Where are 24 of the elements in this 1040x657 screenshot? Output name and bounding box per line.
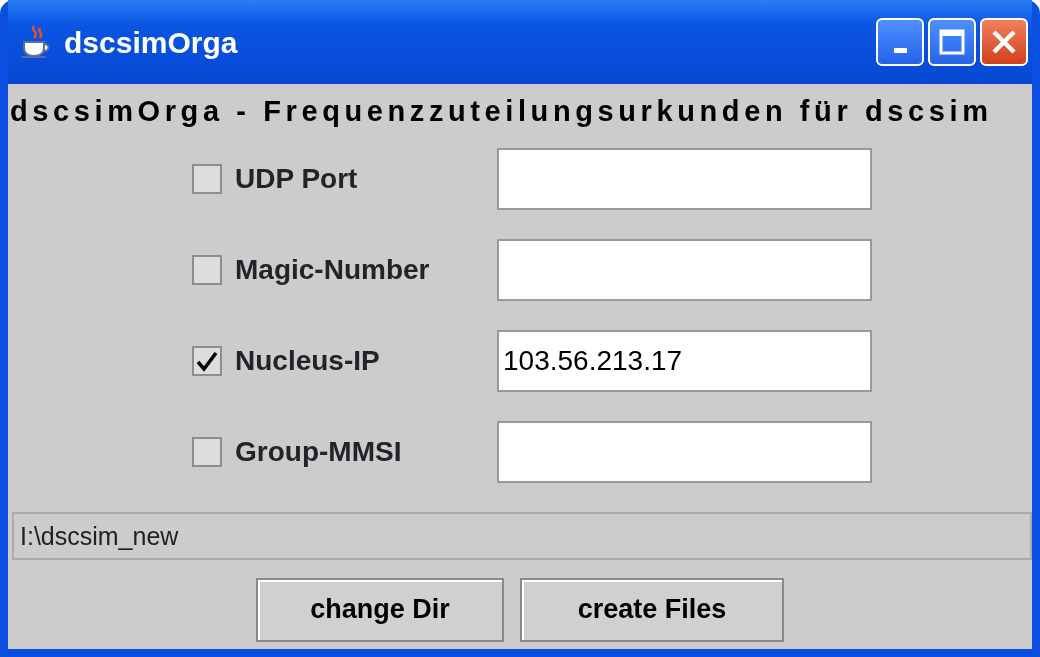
create-files-button[interactable]: create Files — [520, 577, 784, 642]
input-field[interactable] — [497, 421, 872, 483]
change-dir-button[interactable]: change Dir — [256, 577, 504, 642]
input-field[interactable] — [497, 239, 872, 301]
checkbox[interactable] — [192, 255, 222, 285]
option-label: Group-MMSI — [235, 435, 403, 469]
check-icon — [196, 350, 218, 372]
option-label: Magic-Number — [235, 253, 431, 287]
window-title: dscsimOrga — [64, 24, 238, 61]
input-field[interactable] — [497, 148, 872, 210]
option-label: Nucleus-IP — [235, 344, 381, 378]
maximize-button[interactable] — [928, 18, 976, 66]
directory-path: I:\dscsim_new — [12, 511, 1032, 560]
checkbox[interactable] — [192, 437, 222, 467]
checkbox[interactable] — [192, 346, 222, 376]
input-field[interactable]: 103.56.213.17 — [497, 330, 872, 392]
close-icon — [991, 29, 1017, 55]
minimize-button[interactable] — [876, 18, 924, 66]
minimize-icon — [893, 47, 907, 53]
close-button[interactable] — [980, 18, 1028, 66]
app-heading: dscsimOrga - Frequenzzuteilungsurkunden für dscsim — [9, 94, 994, 129]
maximize-icon — [939, 29, 965, 55]
option-label: UDP Port — [235, 162, 359, 196]
checkbox[interactable] — [192, 164, 222, 194]
